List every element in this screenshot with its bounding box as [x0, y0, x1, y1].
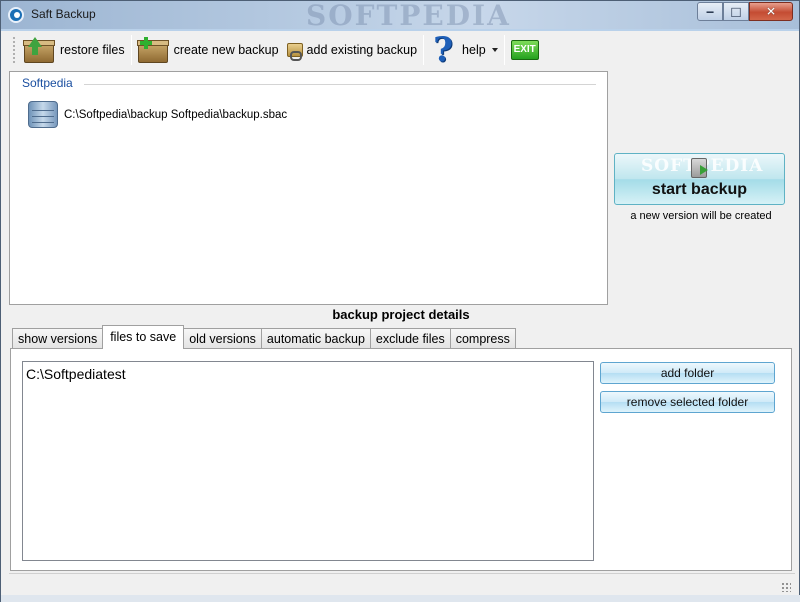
app-icon[interactable] [8, 7, 24, 23]
tab-compress[interactable]: compress [449, 328, 516, 349]
project-path: C:\Softpedia\backup Softpedia\backup.sba… [64, 109, 288, 121]
restore-box-icon [23, 37, 55, 63]
new-box-icon [136, 37, 169, 63]
project-group-header: Softpedia [22, 76, 73, 90]
tab-files-to-save[interactable]: files to save [102, 325, 185, 349]
files-to-save-panel: C:\Softpediatest add folder remove selec… [10, 348, 792, 571]
tab-old-versions[interactable]: old versions [183, 328, 262, 349]
help-dropdown-button[interactable]: ? help [426, 30, 502, 70]
help-label: help [462, 43, 486, 57]
create-new-backup-button[interactable]: create new backup [134, 34, 283, 66]
maximize-icon: □ [730, 4, 742, 19]
window-bottom-border [1, 595, 800, 602]
add-folder-button[interactable]: add folder [600, 362, 775, 384]
title-bar[interactable]: Saft Backup SOFTPEDIA ‒ □ ✕ [1, 0, 799, 32]
toolbar-grip[interactable] [12, 36, 16, 64]
add-existing-backup-label: add existing backup [306, 43, 418, 57]
minimize-button[interactable]: ‒ [697, 2, 723, 21]
exit-icon: EXIT [510, 40, 539, 60]
tab-exclude-files[interactable]: exclude files [369, 328, 451, 349]
group-divider [84, 84, 596, 85]
folders-list[interactable]: C:\Softpediatest [22, 361, 594, 561]
start-backup-note: a new version will be created [630, 210, 772, 222]
details-title: backup project details [332, 307, 470, 322]
toolbar-separator [423, 35, 425, 65]
status-bar [9, 573, 795, 595]
maximize-button[interactable]: □ [723, 2, 749, 21]
project-list-item[interactable]: C:\Softpedia\backup Softpedia\backup.sba… [26, 99, 287, 131]
exit-button[interactable]: EXIT [507, 34, 543, 66]
close-button[interactable]: ✕ [749, 2, 793, 21]
backup-document-icon [691, 158, 708, 178]
window-title: Saft Backup [31, 7, 96, 21]
softpedia-watermark: SOFTPEDIA [306, 0, 511, 32]
backup-projects-list[interactable]: Softpedia C:\Softpedia\backup Softpedia\… [9, 71, 608, 305]
start-backup-label: start backup [651, 181, 748, 198]
remove-selected-folder-button[interactable]: remove selected folder [600, 391, 775, 413]
list-item[interactable]: C:\Softpediatest [26, 366, 126, 382]
toolbar-separator [503, 35, 505, 65]
restore-files-button[interactable]: restore files [20, 34, 129, 66]
help-question-icon: ? [433, 30, 453, 70]
add-existing-backup-button[interactable]: add existing backup [283, 34, 422, 66]
backup-database-icon [26, 99, 60, 131]
chevron-down-icon [491, 48, 498, 52]
create-new-backup-label: create new backup [173, 43, 279, 57]
start-backup-button[interactable]: SOFTPEDIA start backup [614, 153, 785, 205]
toolbar-separator [130, 35, 132, 65]
tab-show-versions[interactable]: show versions [12, 328, 104, 349]
add-existing-icon [286, 43, 303, 61]
minimize-icon: ‒ [705, 4, 715, 19]
main-toolbar: restore files create new backup add exis… [9, 31, 795, 69]
resize-grip-icon[interactable] [781, 582, 791, 592]
close-icon: ✕ [765, 4, 777, 19]
tab-automatic-backup[interactable]: automatic backup [260, 328, 371, 349]
window-controls: ‒ □ ✕ [697, 2, 793, 22]
details-tabs: show versions files to save old versions… [12, 325, 516, 349]
app-window: Saft Backup SOFTPEDIA ‒ □ ✕ restore file… [0, 0, 800, 602]
restore-files-label: restore files [60, 43, 125, 57]
